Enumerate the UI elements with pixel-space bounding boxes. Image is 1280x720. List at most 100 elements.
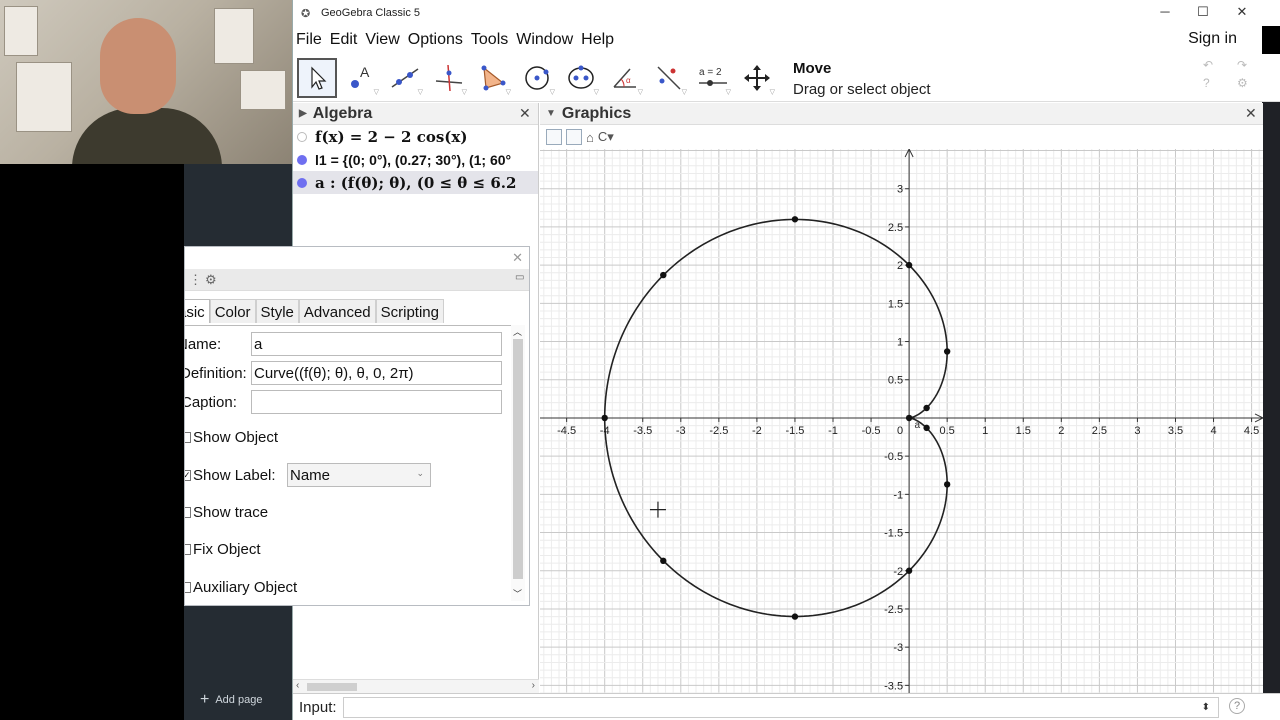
slider-tool-button[interactable]: a = 2 ▽ xyxy=(693,58,733,98)
checkbox-box[interactable] xyxy=(185,507,191,518)
show-label-checkbox[interactable]: ✓ Show Label: xyxy=(185,467,276,484)
graphics-style-bar: ⌂ C▾ xyxy=(540,125,1263,149)
point-tool-button[interactable]: A ▽ xyxy=(341,58,381,98)
show-object-label: Show Object xyxy=(193,429,279,446)
sign-in-link[interactable]: Sign in xyxy=(1188,30,1237,48)
input-help-icon[interactable]: ? xyxy=(1229,698,1245,714)
collapse-triangle-icon[interactable]: ▼ xyxy=(546,108,556,119)
drag-handle-icon[interactable]: ⋮ xyxy=(189,272,202,288)
angle-tool-button[interactable]: α ▽ xyxy=(605,58,645,98)
settings-gear-icon[interactable]: ⚙ xyxy=(1237,76,1248,90)
auxiliary-object-checkbox[interactable]: Auxiliary Object xyxy=(185,579,297,596)
close-window-button[interactable]: ✕ xyxy=(1232,4,1252,20)
polygon-tool-button[interactable]: ▽ xyxy=(473,58,513,98)
visibility-toggle[interactable] xyxy=(297,177,307,188)
checkbox-box[interactable] xyxy=(185,582,191,593)
tab-style[interactable]: Style xyxy=(255,299,299,323)
menu-options[interactable]: Options xyxy=(408,31,463,49)
input-history-arrows-icon[interactable]: ⬍ xyxy=(1202,702,1210,713)
menu-bar: File Edit View Options Tools Window Help… xyxy=(293,28,1280,52)
y-tick-label: -2 xyxy=(893,566,903,578)
x-tick-label: 0 xyxy=(897,425,903,437)
wall-poster xyxy=(240,70,286,110)
menu-window[interactable]: Window xyxy=(516,31,573,49)
visibility-toggle[interactable] xyxy=(297,154,307,165)
show-trace-checkbox[interactable]: Show trace xyxy=(185,504,268,521)
tab-advanced[interactable]: Advanced xyxy=(298,299,376,323)
menu-tools[interactable]: Tools xyxy=(471,31,508,49)
conic-tool-button[interactable]: ▽ xyxy=(561,58,601,98)
minimize-button[interactable]: ─ xyxy=(1155,4,1175,19)
fix-object-checkbox[interactable]: Fix Object xyxy=(185,541,261,558)
checkbox-box[interactable] xyxy=(185,432,191,443)
cursor-arrow-icon xyxy=(311,66,327,90)
graphics-canvas[interactable]: -4.5 -4 -3.5 -3 -2.5 -2 -1.5 -1 -0.5 0 0.5 1 1.5 2 2.5… xyxy=(540,149,1263,693)
close-dialog-icon[interactable]: ✕ xyxy=(512,250,523,266)
dropdown-triangle-icon: ▽ xyxy=(725,89,731,96)
scrollbar-thumb[interactable] xyxy=(307,683,357,691)
list-point xyxy=(905,261,913,269)
angle-icon: α xyxy=(613,68,636,88)
move-graphics-view-tool-button[interactable]: ▽ xyxy=(737,58,777,98)
menu-view[interactable]: View xyxy=(365,31,399,49)
scroll-right-icon[interactable]: › xyxy=(532,680,535,691)
show-label-label: Show Label: xyxy=(193,467,276,484)
webcam-overlay xyxy=(0,0,292,164)
tab-scripting[interactable]: Scripting xyxy=(375,299,444,323)
fix-object-label: Fix Object xyxy=(193,541,261,558)
list-point xyxy=(601,414,608,422)
scroll-left-icon[interactable]: ‹ xyxy=(296,680,299,691)
basic-tab-panel: Name: a Definition: Curve((f(θ); θ), θ, … xyxy=(185,325,511,605)
algebra-item[interactable]: f(x) = 2 − 2 cos(x) xyxy=(293,125,538,148)
circle-tool-button[interactable]: ▽ xyxy=(517,58,557,98)
redo-icon[interactable]: ↷ xyxy=(1237,58,1247,72)
y-tick-label: 1.5 xyxy=(888,298,903,310)
tab-basic[interactable]: asic xyxy=(185,299,210,323)
reflect-tool-button[interactable]: ▽ xyxy=(649,58,689,98)
checkbox-box-checked[interactable]: ✓ xyxy=(185,470,191,481)
algebra-item-selected[interactable]: a : (f(θ); θ), (0 ≤ θ ≤ 6.2 xyxy=(293,171,538,194)
plus-icon: + xyxy=(200,691,210,708)
point-capture-icon[interactable]: C▾ xyxy=(598,129,614,145)
scrollbar-thumb[interactable] xyxy=(513,339,523,579)
settings-gear-icon[interactable]: ⚙ xyxy=(205,272,217,288)
move-arrows-icon xyxy=(744,65,770,91)
caption-field[interactable] xyxy=(251,390,502,414)
algebra-item[interactable]: l1 = {(0; 0°), (0.27; 30°), (1; 60° xyxy=(293,148,538,171)
menu-edit[interactable]: Edit xyxy=(330,31,358,49)
input-field[interactable]: ⬍ xyxy=(343,697,1219,718)
definition-field[interactable]: Curve((f(θ); θ), θ, 0, 2π) xyxy=(251,361,502,385)
line-tool-button[interactable]: ▽ xyxy=(385,58,425,98)
show-object-checkbox[interactable]: Show Object xyxy=(185,429,279,446)
dialog-vertical-scrollbar[interactable]: ︿ ﹀ xyxy=(511,325,525,601)
undo-icon[interactable]: ↶ xyxy=(1203,58,1213,72)
visibility-toggle[interactable] xyxy=(297,131,307,142)
list-point xyxy=(923,424,930,432)
home-icon[interactable]: ⌂ xyxy=(586,130,594,145)
close-algebra-icon[interactable]: ✕ xyxy=(519,105,531,122)
collapse-triangle-icon[interactable]: ▶ xyxy=(299,108,307,119)
show-label-select[interactable]: Name ⌄ xyxy=(287,463,431,487)
menu-file[interactable]: File xyxy=(296,31,322,49)
x-tick-label: -4.5 xyxy=(557,425,576,437)
add-page-button[interactable]: + Add page xyxy=(200,692,262,708)
checkbox-box[interactable] xyxy=(185,544,191,555)
toggle-axes-icon[interactable] xyxy=(546,129,562,145)
list-point xyxy=(905,567,913,574)
scroll-up-icon[interactable]: ︿ xyxy=(513,325,522,338)
current-tool-help: Drag or select object xyxy=(793,81,931,98)
scroll-down-icon[interactable]: ﹀ xyxy=(513,587,522,600)
menu-help[interactable]: Help xyxy=(581,31,614,49)
algebra-horizontal-scrollbar[interactable]: ‹ › xyxy=(293,679,539,693)
close-graphics-icon[interactable]: ✕ xyxy=(1245,105,1257,122)
toggle-grid-icon[interactable] xyxy=(566,129,582,145)
tab-color[interactable]: Color xyxy=(209,299,256,323)
list-point xyxy=(943,348,951,355)
restore-icon[interactable]: ▭ xyxy=(515,272,524,283)
move-tool-button[interactable] xyxy=(297,58,337,98)
maximize-button[interactable]: ☐ xyxy=(1193,4,1213,20)
help-icon[interactable]: ? xyxy=(1203,76,1210,90)
name-field[interactable]: a xyxy=(251,332,502,356)
graphics-title: Graphics xyxy=(561,104,632,122)
perpendicular-line-tool-button[interactable]: ▽ xyxy=(429,58,469,98)
